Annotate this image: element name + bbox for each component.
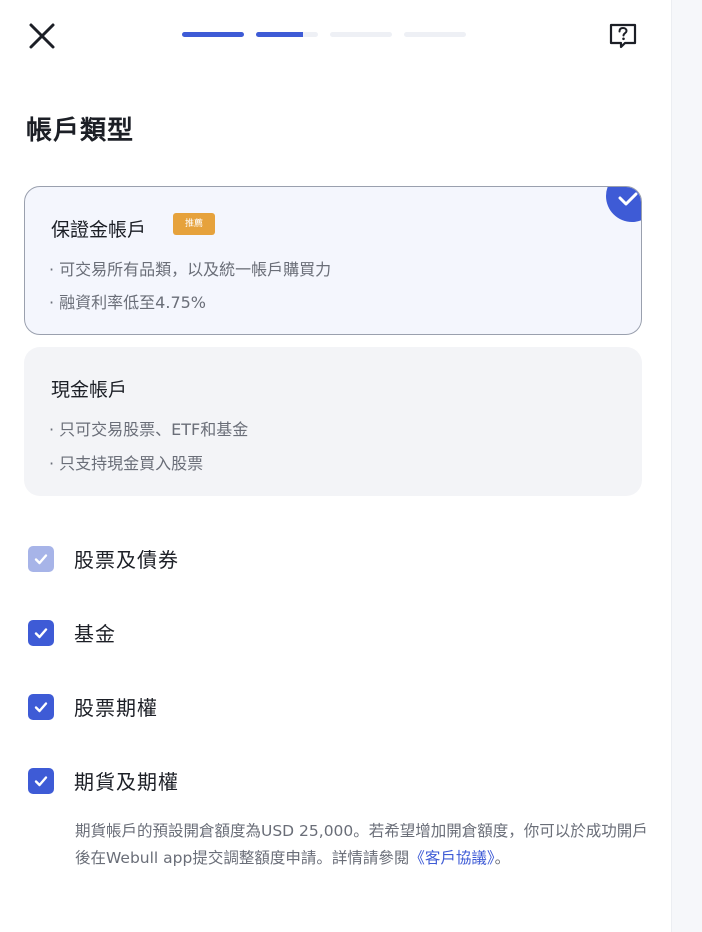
close-icon bbox=[29, 23, 55, 49]
product-label: 期貨及期權 bbox=[74, 770, 179, 794]
account-option-bullet: · 只可交易股票、ETF和基金 bbox=[49, 420, 249, 439]
product-label: 股票期權 bbox=[74, 696, 158, 720]
checkbox-checked-icon bbox=[28, 767, 54, 794]
account-option-bullet: · 融資利率低至4.75% bbox=[49, 293, 207, 312]
progress-step-2 bbox=[256, 32, 318, 37]
checkbox-checked-icon bbox=[28, 619, 54, 646]
progress-step-3 bbox=[330, 32, 392, 37]
progress-step-4 bbox=[404, 32, 466, 37]
product-label: 基金 bbox=[74, 622, 116, 646]
margin-account-option[interactable]: 保證金帳戶 推薦 · 可交易所有品類，以及統一帳戶購買力 · 融資利率低至4.7… bbox=[24, 186, 642, 335]
step-progress-bar bbox=[182, 32, 466, 37]
product-label: 股票及債券 bbox=[74, 548, 179, 572]
futures-note: 期貨帳戶的預設開倉額度為USD 25,000。若希望增加開倉額度，你可以於成功開… bbox=[75, 818, 655, 872]
product-checkbox-funds[interactable]: 基金 bbox=[28, 618, 116, 647]
account-option-title: 現金帳戶 bbox=[51, 379, 128, 401]
help-button[interactable] bbox=[608, 22, 638, 50]
close-button[interactable] bbox=[26, 20, 58, 52]
account-option-title: 保證金帳戶 bbox=[51, 219, 147, 241]
help-question-icon bbox=[609, 23, 637, 49]
account-option-bullet: · 只支持現金買入股票 bbox=[49, 454, 204, 473]
client-agreement-link[interactable]: 《客戶協議》 bbox=[409, 849, 494, 867]
recommended-badge: 推薦 bbox=[173, 213, 215, 235]
futures-note-text: 期貨帳戶的預設開倉額度為USD 25,000。若希望增加開倉額度，你可以於成功開… bbox=[75, 822, 648, 867]
checkbox-checked-icon bbox=[28, 693, 54, 720]
account-option-bullet: · 可交易所有品類，以及統一帳戶購買力 bbox=[49, 260, 332, 279]
product-checkbox-stocks-bonds[interactable]: 股票及債券 bbox=[28, 544, 179, 573]
product-checkbox-stock-options[interactable]: 股票期權 bbox=[28, 692, 158, 721]
product-checkbox-futures-options[interactable]: 期貨及期權 bbox=[28, 766, 179, 795]
progress-step-1 bbox=[182, 32, 244, 37]
cash-account-option[interactable]: 現金帳戶 · 只可交易股票、ETF和基金 · 只支持現金買入股票 bbox=[24, 347, 642, 496]
checkbox-checked-icon bbox=[28, 545, 54, 572]
page-title: 帳戶類型 bbox=[26, 116, 135, 146]
selected-check-icon bbox=[606, 187, 641, 222]
right-edge-panel bbox=[671, 0, 702, 932]
futures-note-end: 。 bbox=[494, 849, 511, 867]
